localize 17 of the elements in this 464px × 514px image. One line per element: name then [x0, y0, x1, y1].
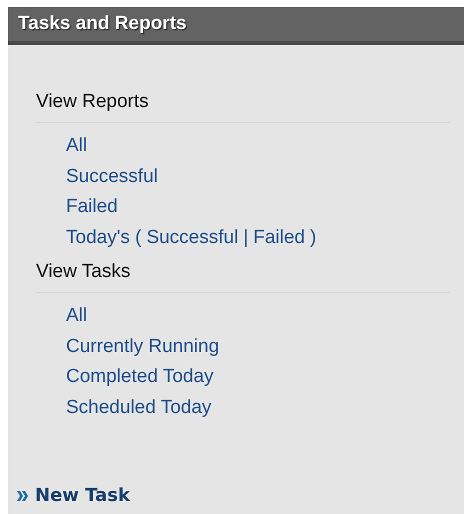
report-link[interactable]: All — [66, 135, 88, 158]
link-separator: | — [243, 226, 248, 249]
double-arrow-icon — [17, 490, 29, 500]
link-label: Today's ( — [66, 226, 142, 249]
new-task-link[interactable]: New Task — [35, 485, 130, 506]
report-link[interactable]: Completed Today — [66, 366, 214, 388]
report-link[interactable]: Failed — [66, 196, 118, 218]
report-link[interactable]: Successful — [146, 226, 238, 249]
report-link[interactable]: Successful — [66, 166, 158, 188]
report-link[interactable]: All — [66, 305, 88, 328]
section-heading: View Reports — [36, 91, 450, 123]
report-link[interactable]: Failed — [253, 226, 305, 249]
panel-title: Tasks and Reports — [18, 13, 187, 35]
report-link[interactable]: Scheduled Today — [66, 396, 212, 419]
link-label: ) — [310, 226, 316, 249]
section-heading: View Tasks — [36, 261, 450, 293]
report-link[interactable]: Currently Running — [66, 336, 220, 358]
